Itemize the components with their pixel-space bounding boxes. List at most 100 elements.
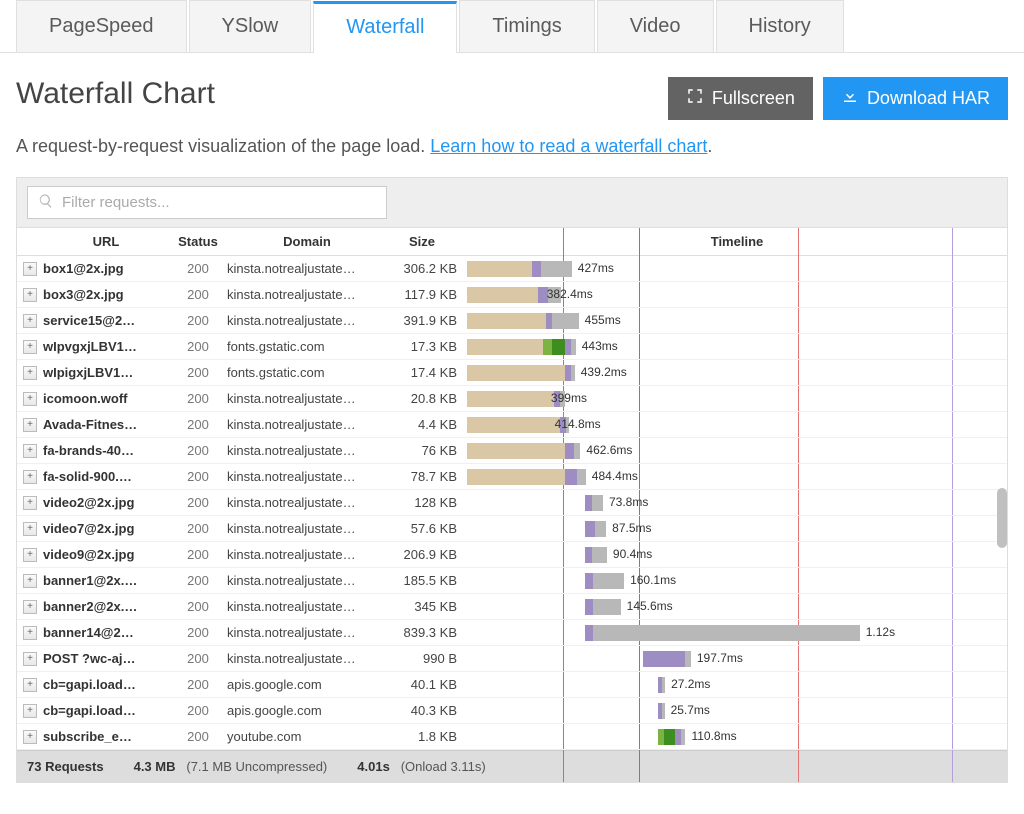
cell-status: 200 (169, 547, 227, 562)
table-row[interactable]: +video7@2x.jpg200kinsta.notrealjustate…5… (17, 516, 1007, 542)
col-status[interactable]: Status (169, 234, 227, 249)
scrollbar-thumb[interactable] (997, 488, 1007, 548)
fullscreen-button[interactable]: Fullscreen (668, 77, 813, 120)
tab-yslow[interactable]: YSlow (189, 0, 312, 52)
table-row[interactable]: +video2@2x.jpg200kinsta.notrealjustate…1… (17, 490, 1007, 516)
table-row[interactable]: +Avada-Fitnes…200kinsta.notrealjustate…4… (17, 412, 1007, 438)
bar-segment-block (467, 287, 538, 303)
cell-url: wIpigxjLBV1… (43, 365, 169, 380)
cell-url: box1@2x.jpg (43, 261, 169, 276)
expand-row-button[interactable]: + (23, 314, 37, 328)
cell-size: 206.9 KB (387, 547, 467, 562)
tab-history[interactable]: History (716, 0, 844, 52)
col-timeline[interactable]: Timeline (467, 234, 1007, 249)
filter-input[interactable] (62, 194, 376, 211)
download-har-button[interactable]: Download HAR (823, 77, 1008, 120)
bar-segment-dkgreen (664, 729, 675, 745)
bar-segment-recv (593, 573, 624, 589)
expand-row-button[interactable]: + (23, 470, 37, 484)
cell-timeline: 484.4ms (467, 464, 1007, 489)
cell-url: banner1@2x.… (43, 573, 169, 588)
cell-domain: kinsta.notrealjustate… (227, 313, 387, 328)
tab-timings[interactable]: Timings (459, 0, 594, 52)
expand-row-button[interactable]: + (23, 600, 37, 614)
table-row[interactable]: +wIpvgxjLBV1…200fonts.gstatic.com17.3 KB… (17, 334, 1007, 360)
table-row[interactable]: +banner2@2x.…200kinsta.notrealjustate…34… (17, 594, 1007, 620)
expand-row-button[interactable]: + (23, 704, 37, 718)
col-url[interactable]: URL (43, 234, 169, 249)
timeline-bar (585, 547, 607, 563)
expand-row-button[interactable]: + (23, 444, 37, 458)
timeline-duration-label: 399ms (551, 391, 587, 405)
tab-waterfall[interactable]: Waterfall (313, 1, 457, 53)
timeline-bar (467, 365, 575, 381)
cell-domain: fonts.gstatic.com (227, 365, 387, 380)
cell-status: 200 (169, 573, 227, 588)
table-row[interactable]: +cb=gapi.load…200apis.google.com40.1 KB2… (17, 672, 1007, 698)
tab-pagespeed[interactable]: PageSpeed (16, 0, 187, 52)
expand-row-button[interactable]: + (23, 574, 37, 588)
expand-row-button[interactable]: + (23, 730, 37, 744)
expand-row-button[interactable]: + (23, 496, 37, 510)
expand-row-button[interactable]: + (23, 340, 37, 354)
timeline-duration-label: 145.6ms (627, 599, 673, 613)
timeline-duration-label: 462.6ms (586, 443, 632, 457)
expand-row-button[interactable]: + (23, 418, 37, 432)
table-row[interactable]: +banner14@2…200kinsta.notrealjustate…839… (17, 620, 1007, 646)
table-row[interactable]: +banner1@2x.…200kinsta.notrealjustate…18… (17, 568, 1007, 594)
expand-row-button[interactable]: + (23, 626, 37, 640)
cell-domain: kinsta.notrealjustate… (227, 469, 387, 484)
cell-domain: kinsta.notrealjustate… (227, 443, 387, 458)
bar-segment-block (467, 261, 532, 277)
expand-row-button[interactable]: + (23, 548, 37, 562)
timeline-duration-label: 443ms (582, 339, 618, 353)
col-size[interactable]: Size (387, 234, 467, 249)
cell-timeline: 25.7ms (467, 698, 1007, 723)
bar-segment-wait (565, 469, 577, 485)
cell-size: 17.3 KB (387, 339, 467, 354)
cell-url: cb=gapi.load… (43, 677, 169, 692)
cell-timeline: 462.6ms (467, 438, 1007, 463)
cell-domain: youtube.com (227, 729, 387, 744)
table-row[interactable]: +service15@2…200kinsta.notrealjustate…39… (17, 308, 1007, 334)
table-row[interactable]: +cb=gapi.load…200apis.google.com40.3 KB2… (17, 698, 1007, 724)
cell-domain: kinsta.notrealjustate… (227, 547, 387, 562)
table-row[interactable]: +fa-solid-900.…200kinsta.notrealjustate…… (17, 464, 1007, 490)
cell-size: 391.9 KB (387, 313, 467, 328)
table-row[interactable]: +icomoon.woff200kinsta.notrealjustate…20… (17, 386, 1007, 412)
table-row[interactable]: +fa-brands-40…200kinsta.notrealjustate…7… (17, 438, 1007, 464)
timeline-bar (467, 261, 572, 277)
page-title: Waterfall Chart (16, 77, 215, 111)
cell-url: video2@2x.jpg (43, 495, 169, 510)
cell-url: Avada-Fitnes… (43, 417, 169, 432)
expand-row-button[interactable]: + (23, 678, 37, 692)
cell-size: 40.1 KB (387, 677, 467, 692)
cell-url: banner14@2… (43, 625, 169, 640)
expand-row-button[interactable]: + (23, 392, 37, 406)
expand-row-button[interactable]: + (23, 366, 37, 380)
filter-input-wrap[interactable] (27, 186, 387, 219)
expand-row-button[interactable]: + (23, 262, 37, 276)
cell-size: 345 KB (387, 599, 467, 614)
cell-size: 990 B (387, 651, 467, 666)
tab-video[interactable]: Video (597, 0, 714, 52)
cell-timeline: 455ms (467, 308, 1007, 333)
expand-row-button[interactable]: + (23, 652, 37, 666)
cell-size: 76 KB (387, 443, 467, 458)
cell-domain: kinsta.notrealjustate… (227, 261, 387, 276)
bar-segment-recv (592, 495, 603, 511)
table-row[interactable]: +wIpigxjLBV1…200fonts.gstatic.com17.4 KB… (17, 360, 1007, 386)
timeline-duration-label: 382.4ms (547, 287, 593, 301)
table-row[interactable]: +POST ?wc-aj…200kinsta.notrealjustate…99… (17, 646, 1007, 672)
waterfall-table: URL Status Domain Size Timeline + box1@2x… (16, 228, 1008, 783)
table-row[interactable]: +video9@2x.jpg200kinsta.notrealjustate…2… (17, 542, 1007, 568)
table-row[interactable]: +subscribe_e…200youtube.com1.8 KB110.8ms (17, 724, 1007, 750)
cell-domain: apis.google.com (227, 677, 387, 692)
learn-link[interactable]: Learn how to read a waterfall chart (430, 136, 707, 156)
expand-row-button[interactable]: + (23, 288, 37, 302)
col-domain[interactable]: Domain (227, 234, 387, 249)
table-row[interactable]: +box3@2x.jpg200kinsta.notrealjustate…117… (17, 282, 1007, 308)
expand-row-button[interactable]: + (23, 522, 37, 536)
table-row[interactable]: +box1@2x.jpg200kinsta.notrealjustate…306… (17, 256, 1007, 282)
cell-timeline: 145.6ms (467, 594, 1007, 619)
